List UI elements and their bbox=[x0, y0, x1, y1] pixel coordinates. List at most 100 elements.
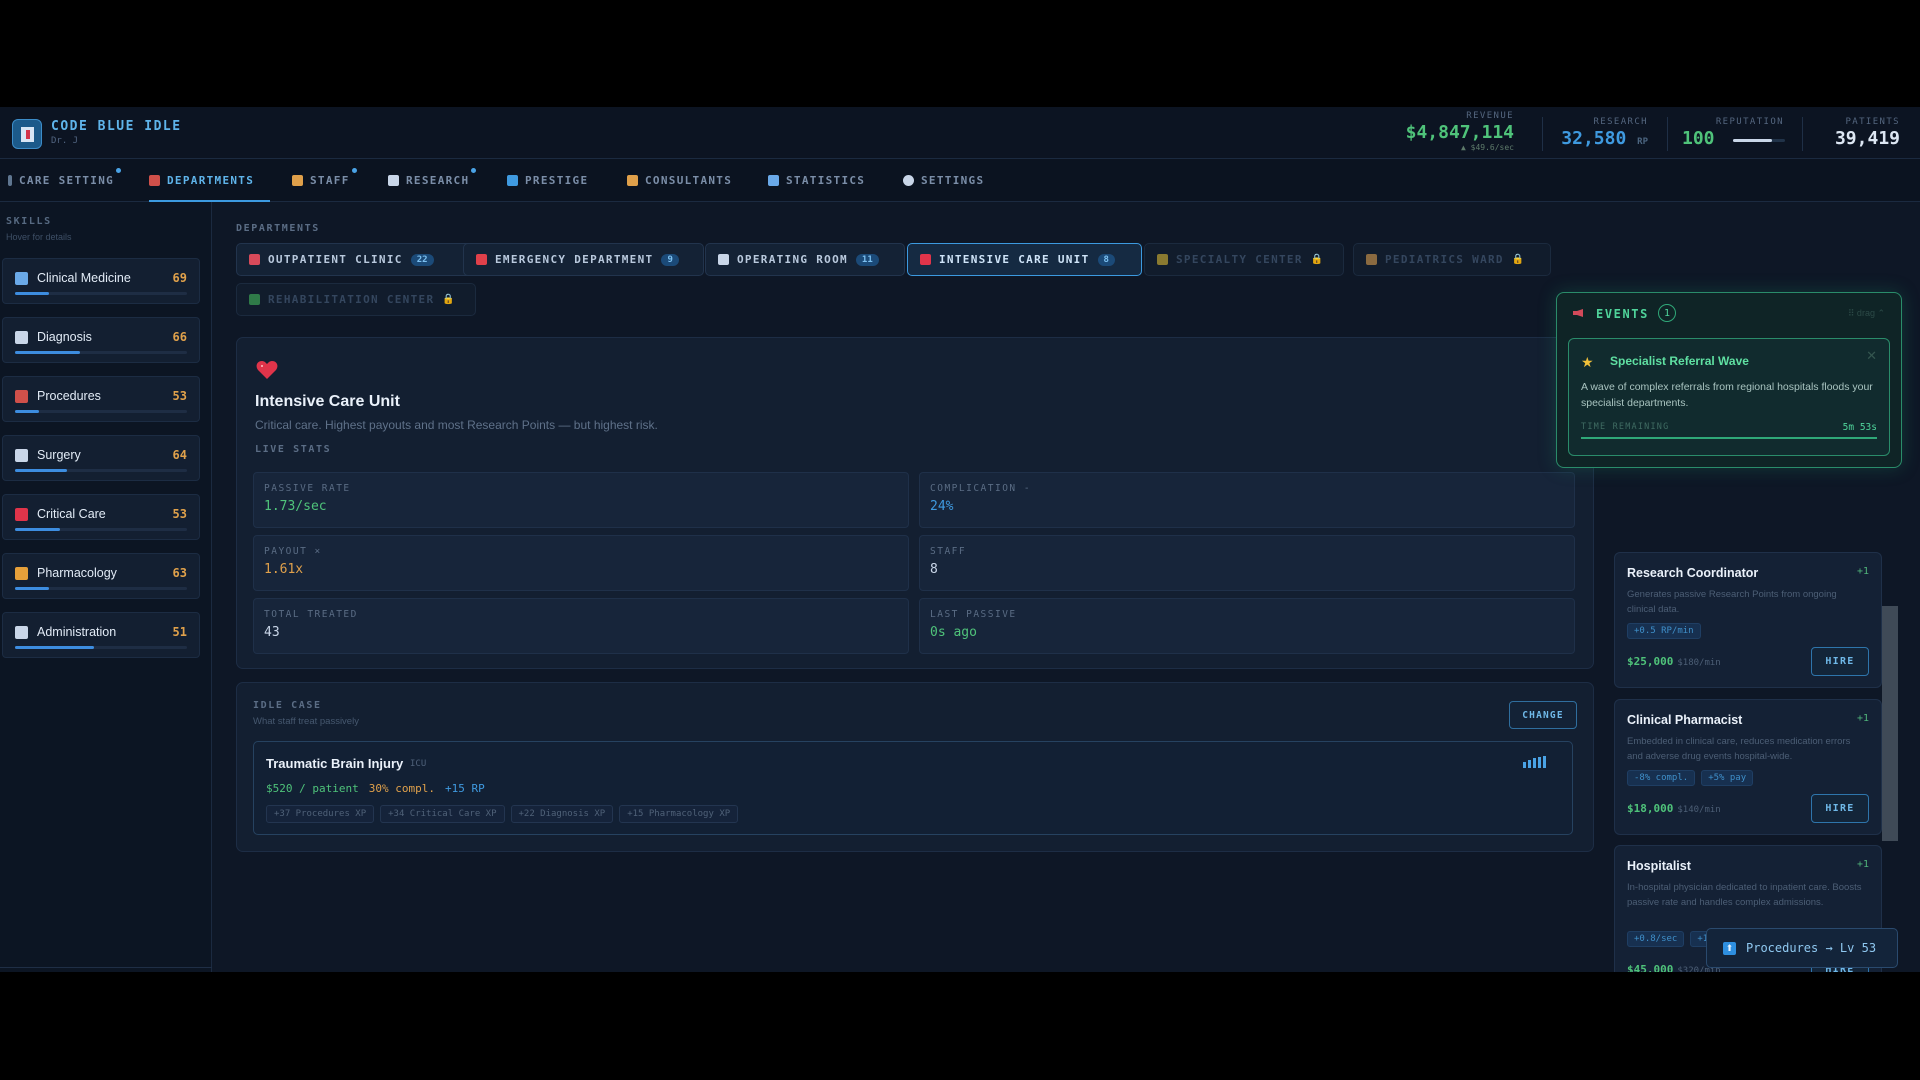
skills-sidebar: SKILLS Hover for details Clinical Medici… bbox=[0, 202, 212, 972]
drag-handle[interactable]: ⠿ drag ⌃ bbox=[1848, 308, 1885, 319]
skill-xp-bar bbox=[15, 646, 187, 649]
skill-name: Diagnosis bbox=[37, 330, 92, 344]
divider bbox=[0, 967, 212, 972]
dept-tab[interactable]: REHABILITATION CENTER 🔒 bbox=[236, 283, 476, 316]
heart-icon bbox=[920, 254, 931, 265]
skill-xp-fill bbox=[15, 292, 50, 295]
staff-description: Embedded in clinical care, reduces medic… bbox=[1627, 736, 1851, 762]
staff-title: Research Coordinator bbox=[1627, 566, 1759, 580]
skill-name: Procedures bbox=[37, 389, 101, 403]
skill-xp-bar bbox=[15, 292, 187, 295]
dept-name: REHABILITATION CENTER bbox=[268, 293, 435, 306]
dept-tab[interactable]: SPECIALTY CENTER 🔒 bbox=[1144, 243, 1344, 276]
revenue-label: REVENUE bbox=[1466, 111, 1514, 121]
skill-item[interactable]: Administration 51 bbox=[2, 612, 200, 658]
reputation-bar bbox=[1733, 139, 1785, 142]
time-remaining-bar bbox=[1581, 437, 1877, 439]
dept-count-badge: 11 bbox=[855, 253, 879, 266]
tab-departments[interactable]: DEPARTMENTS bbox=[149, 159, 271, 202]
staff-cost: $45,000 bbox=[1627, 963, 1674, 972]
dept-name: OPERATING ROOM bbox=[737, 253, 848, 266]
skill-item[interactable]: Surgery 64 bbox=[2, 435, 200, 481]
skill-xp-fill bbox=[15, 410, 40, 413]
consultant-icon bbox=[627, 175, 638, 186]
staff-tag: +0.8/sec bbox=[1627, 931, 1685, 947]
heart-icon bbox=[15, 508, 28, 521]
scalpel-icon bbox=[15, 449, 28, 462]
skill-name: Pharmacology bbox=[37, 566, 117, 580]
tab-label: DEPARTMENTS bbox=[167, 174, 255, 187]
patients-stat: PATIENTS 39,419 bbox=[1814, 117, 1900, 149]
stat-value: 8 bbox=[930, 562, 938, 577]
xp-chip: +22 Diagnosis XP bbox=[510, 805, 614, 823]
dept-tab[interactable]: PEDIATRICS WARD 🔒 bbox=[1353, 243, 1551, 276]
skill-item[interactable]: Clinical Medicine 69 bbox=[2, 258, 200, 304]
skill-level: 66 bbox=[172, 330, 187, 344]
unit-description: Critical care. Highest payouts and most … bbox=[255, 418, 658, 432]
events-count: 1 bbox=[1658, 304, 1676, 322]
skill-item[interactable]: Critical Care 53 bbox=[2, 494, 200, 540]
unit-panel: Intensive Care Unit Critical care. Highe… bbox=[236, 337, 1594, 669]
hire-button[interactable]: HIRE bbox=[1811, 647, 1869, 676]
skill-level: 69 bbox=[172, 271, 187, 285]
clipboard-icon bbox=[15, 626, 28, 639]
hire-button[interactable]: HIRE bbox=[1811, 794, 1869, 823]
stat-cell: TOTAL TREATED 43 bbox=[253, 598, 909, 654]
change-case-button[interactable]: CHANGE bbox=[1509, 701, 1577, 729]
tab-settings[interactable]: SETTINGS bbox=[903, 159, 984, 202]
dept-count-badge: 8 bbox=[1097, 253, 1115, 266]
tab-staff[interactable]: STAFF bbox=[292, 159, 357, 202]
idle-case-card[interactable]: Traumatic Brain Injury ICU $520 / patien… bbox=[253, 741, 1573, 835]
stat-value: 0s ago bbox=[930, 625, 977, 640]
event-description: A wave of complex referrals from regiona… bbox=[1581, 381, 1873, 409]
tab-research[interactable]: RESEARCH bbox=[388, 159, 477, 202]
dept-name: EMERGENCY DEPARTMENT bbox=[495, 253, 654, 266]
tab-care-setting[interactable]: CARE SETTING bbox=[8, 159, 122, 202]
dept-tab[interactable]: EMERGENCY DEPARTMENT 9 bbox=[463, 243, 704, 276]
skill-xp-fill bbox=[15, 587, 50, 590]
skill-item[interactable]: Diagnosis 66 bbox=[2, 317, 200, 363]
unit-title: Intensive Care Unit bbox=[255, 393, 400, 410]
dept-tab[interactable]: INTENSIVE CARE UNIT 8 bbox=[907, 243, 1142, 276]
tab-label: PRESTIGE bbox=[525, 174, 589, 187]
case-summary: $520 / patient 30% compl. +15 RP bbox=[266, 782, 485, 795]
reputation-label: REPUTATION bbox=[1715, 117, 1784, 127]
staff-description: In-hospital physician dedicated to inpat… bbox=[1627, 882, 1862, 908]
time-remaining-label: TIME REMAINING bbox=[1581, 422, 1670, 432]
live-stats-label: LIVE STATS bbox=[255, 444, 332, 455]
megaphone-icon bbox=[1573, 309, 1583, 317]
divider bbox=[1667, 117, 1668, 151]
case-xp-list: +37 Procedures XP +34 Critical Care XP +22… bbox=[266, 805, 739, 823]
staff-price: $25,000 $180/min bbox=[1627, 655, 1721, 668]
star-icon bbox=[1157, 254, 1168, 265]
idle-case-label: IDLE CASE bbox=[253, 700, 322, 711]
skill-name: Clinical Medicine bbox=[37, 271, 131, 285]
skill-item[interactable]: Procedures 53 bbox=[2, 376, 200, 422]
xp-chip: +37 Procedures XP bbox=[266, 805, 375, 823]
dept-name: PEDIATRICS WARD bbox=[1385, 253, 1504, 266]
dept-name: OUTPATIENT CLINIC bbox=[268, 253, 403, 266]
skill-level: 64 bbox=[172, 448, 187, 462]
dept-count-badge: 9 bbox=[661, 253, 679, 266]
tab-consultants[interactable]: CONSULTANTS bbox=[627, 159, 732, 202]
notification-dot bbox=[471, 168, 477, 173]
hospital-logo-icon bbox=[12, 119, 42, 149]
tab-prestige[interactable]: PRESTIGE bbox=[507, 159, 588, 202]
xp-chip: +34 Critical Care XP bbox=[380, 805, 505, 823]
dept-name: INTENSIVE CARE UNIT bbox=[939, 253, 1090, 266]
staff-card: Research Coordinator +1 Generates passive … bbox=[1614, 552, 1882, 688]
dept-tab[interactable]: OPERATING ROOM 11 bbox=[705, 243, 905, 276]
stat-label: LAST PASSIVE bbox=[930, 609, 1017, 620]
case-payout: $520 / patient bbox=[266, 782, 359, 795]
close-icon[interactable]: ✕ bbox=[1866, 348, 1877, 364]
staff-title: Clinical Pharmacist bbox=[1627, 713, 1743, 727]
dept-tab[interactable]: OUTPATIENT CLINIC 22 bbox=[236, 243, 482, 276]
tab-statistics[interactable]: STATISTICS bbox=[768, 159, 865, 202]
patients-value: 39,419 bbox=[1834, 128, 1900, 149]
staff-cost: $25,000 bbox=[1627, 655, 1674, 668]
event-name: Specialist Referral Wave bbox=[1610, 354, 1749, 368]
skill-xp-bar bbox=[15, 351, 187, 354]
staff-list-scrollbar[interactable] bbox=[1882, 606, 1898, 841]
skill-item[interactable]: Pharmacology 63 bbox=[2, 553, 200, 599]
departments-label: DEPARTMENTS bbox=[236, 223, 320, 234]
